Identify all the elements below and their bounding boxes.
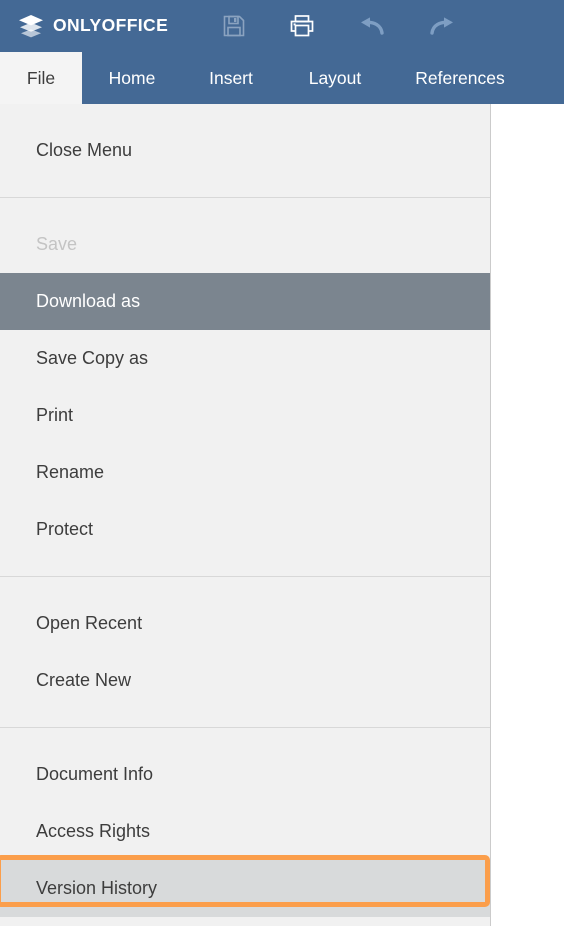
tab-home[interactable]: Home (82, 52, 182, 104)
save-icon[interactable] (212, 0, 256, 52)
menu-item-protect[interactable]: Protect (0, 501, 490, 558)
ribbon-tab-strip: File Home Insert Layout References (0, 52, 564, 104)
menu-item-close-menu[interactable]: Close Menu (0, 122, 490, 179)
print-icon[interactable] (280, 0, 324, 52)
file-menu-group-4: Document Info Access Rights Version Hist… (0, 728, 490, 935)
file-menu-panel: Close Menu Save Download as Save Copy as… (0, 104, 491, 926)
redo-icon[interactable] (420, 0, 464, 52)
menu-item-version-history[interactable]: Version History (0, 860, 490, 917)
tab-insert[interactable]: Insert (182, 52, 280, 104)
brand-logo-group[interactable]: ONLYOFFICE (18, 0, 168, 52)
tab-layout[interactable]: Layout (280, 52, 390, 104)
brand-name: ONLYOFFICE (53, 15, 169, 36)
menu-item-save-copy-as[interactable]: Save Copy as (0, 330, 490, 387)
file-menu-group-2: Save Download as Save Copy as Print Rena… (0, 198, 490, 576)
file-menu-group-1: Close Menu (0, 104, 490, 197)
file-menu-group-3: Open Recent Create New (0, 577, 490, 727)
layers-stack-icon (19, 15, 43, 38)
menu-item-print[interactable]: Print (0, 387, 490, 444)
menu-item-access-rights[interactable]: Access Rights (0, 803, 490, 860)
tab-file[interactable]: File (0, 52, 82, 104)
menu-item-download-as[interactable]: Download as (0, 273, 490, 330)
app-header: ONLYOFFICE (0, 0, 564, 52)
tab-references[interactable]: References (390, 52, 530, 104)
menu-item-rename[interactable]: Rename (0, 444, 490, 501)
menu-item-open-recent[interactable]: Open Recent (0, 595, 490, 652)
menu-item-document-info[interactable]: Document Info (0, 746, 490, 803)
undo-icon[interactable] (350, 0, 394, 52)
menu-item-save: Save (36, 234, 78, 254)
version-history-wrapper: Version History (0, 855, 490, 917)
menu-item-create-new[interactable]: Create New (0, 652, 490, 709)
